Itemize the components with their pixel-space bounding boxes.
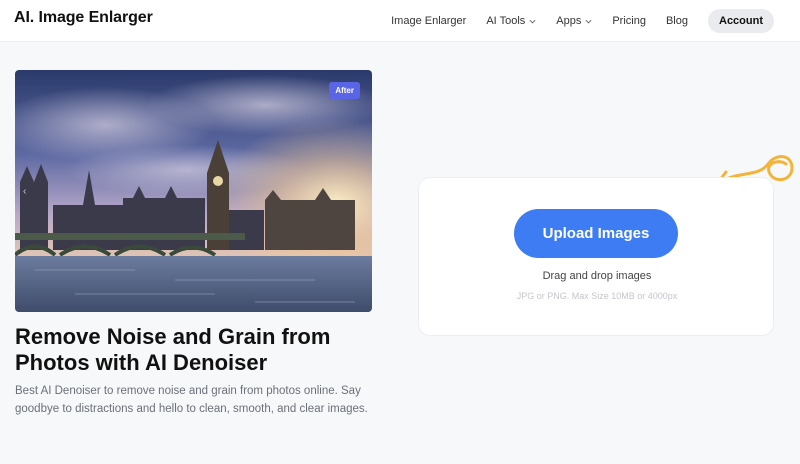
account-button[interactable]: Account [708, 9, 774, 33]
chevron-left-icon[interactable]: ‹ [23, 186, 26, 197]
after-badge: After [329, 82, 360, 99]
upload-dropzone[interactable]: Upload Images Drag and drop images JPG o… [418, 177, 774, 336]
upload-images-button[interactable]: Upload Images [514, 209, 678, 258]
nav-label: Apps [556, 15, 582, 27]
nav-pricing[interactable]: Pricing [612, 15, 646, 27]
nav-ai-tools[interactable]: AI Tools [486, 15, 536, 27]
page-description: Best AI Denoiser to remove noise and gra… [15, 385, 368, 415]
nav-blog[interactable]: Blog [666, 15, 688, 27]
nav-apps[interactable]: Apps [556, 15, 592, 27]
nav-label: Pricing [612, 15, 646, 27]
nav-label: Image Enlarger [391, 15, 467, 27]
page-title: Remove Noise and Grain from Photos with … [15, 324, 331, 375]
london-skyline-photo [15, 70, 372, 312]
drag-drop-text: Drag and drop images [542, 270, 652, 282]
nav-label: AI Tools [486, 15, 526, 27]
chevron-down-icon [529, 19, 536, 23]
nav-image-enlarger[interactable]: Image Enlarger [391, 15, 466, 27]
site-header: AI. Image Enlarger Image Enlarger AI Too… [0, 0, 800, 42]
hero-image[interactable]: After ‹ [15, 70, 372, 312]
file-format-hint: JPG or PNG. Max Size 10MB or 4000px [516, 291, 678, 301]
nav-label: Blog [665, 15, 688, 27]
chevron-down-icon [585, 19, 592, 23]
site-logo[interactable]: AI. Image Enlarger [14, 9, 153, 27]
main-nav: Image Enlarger AI Tools Apps Pricing Blo… [371, 0, 774, 42]
